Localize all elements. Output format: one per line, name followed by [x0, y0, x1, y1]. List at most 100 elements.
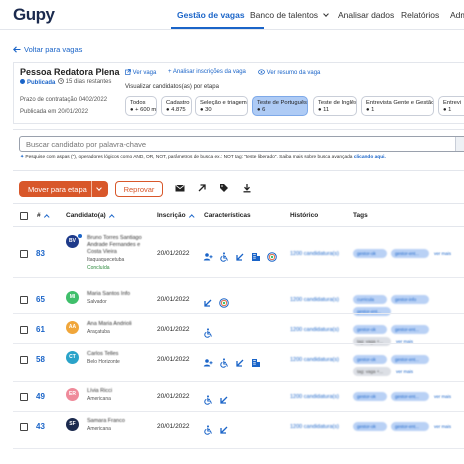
- arrow-down-left-icon[interactable]: [219, 422, 229, 434]
- candidate-name[interactable]: Lívia Ricci: [87, 388, 112, 395]
- building-icon[interactable]: [251, 355, 261, 367]
- row-checkbox[interactable]: [20, 356, 28, 364]
- user-plus-icon[interactable]: [203, 249, 213, 261]
- arrow-down-left-icon[interactable]: [203, 295, 213, 307]
- tag-chip[interactable]: gestor-ent...: [391, 249, 429, 258]
- tag-chip[interactable]: gestor-ent...: [391, 325, 429, 334]
- badge-icon[interactable]: [219, 295, 229, 308]
- nav-adm[interactable]: Adm: [450, 10, 464, 20]
- column-header-date[interactable]: Inscrição: [157, 212, 194, 219]
- arrow-down-left-icon[interactable]: [235, 249, 245, 261]
- candidate-info[interactable]: Samara Franco Americana: [87, 418, 125, 432]
- candidate-number-link[interactable]: 58: [36, 355, 45, 364]
- candidate-name[interactable]: Samara Franco: [87, 418, 125, 425]
- stage-filter-card[interactable]: Teste de Inglês ● 11: [313, 96, 357, 116]
- history-link[interactable]: 1200 candidatura(s): [290, 357, 339, 363]
- nav-gestao-vagas[interactable]: Gestão de vagas: [177, 10, 245, 20]
- advanced-search-link[interactable]: clicando aqui.: [354, 155, 386, 160]
- candidate-number-link[interactable]: 65: [36, 295, 45, 304]
- row-checkbox[interactable]: [20, 250, 28, 258]
- column-header-candidate[interactable]: Candidato(a): [66, 212, 114, 219]
- wheelchair-icon[interactable]: [219, 355, 229, 368]
- stage-filter-card[interactable]: Seleção e triagem ● 30: [195, 96, 248, 116]
- candidate-number-link[interactable]: 83: [36, 249, 45, 258]
- user-plus-icon[interactable]: [203, 355, 213, 367]
- candidate-name[interactable]: Ana Maria Andrioli: [87, 321, 132, 328]
- stage-filter-card[interactable]: Cadastro ● 4.875: [161, 96, 192, 116]
- history-link[interactable]: 1200 candidatura(s): [290, 394, 339, 400]
- mail-icon[interactable]: [175, 183, 185, 193]
- candidate-name[interactable]: Bruno Torres Santiago: [87, 235, 142, 242]
- tag-chip[interactable]: gestor-ok: [353, 422, 387, 431]
- candidate-info[interactable]: Lívia Ricci Americana: [87, 388, 112, 402]
- arrow-down-left-icon[interactable]: [219, 392, 229, 404]
- tag-chip[interactable]: gestor-ok: [353, 325, 387, 334]
- candidate-name[interactable]: Costa Vieira: [87, 249, 142, 256]
- candidate-name[interactable]: Maria Santos Info: [87, 291, 130, 298]
- analyze-applications-link[interactable]: + Analisar inscrições da vaga: [168, 69, 246, 75]
- tag-chip[interactable]: gestor-ok: [353, 392, 387, 401]
- badge-icon[interactable]: [267, 249, 277, 262]
- job-overview-link[interactable]: Ver resumo da vaga: [258, 69, 320, 76]
- row-checkbox[interactable]: [20, 423, 28, 431]
- row-checkbox[interactable]: [20, 296, 28, 304]
- wheelchair-icon[interactable]: [203, 325, 213, 338]
- tag-chip[interactable]: gestor-ok: [353, 249, 387, 258]
- back-to-jobs-link[interactable]: Voltar para vagas: [13, 45, 82, 54]
- row-checkbox[interactable]: [20, 393, 28, 401]
- tag-chip[interactable]: tag: vaga +...: [353, 367, 391, 376]
- stage-filter-card[interactable]: Teste de Português ● 6: [252, 96, 308, 116]
- gupy-logo[interactable]: Gupy: [13, 5, 55, 25]
- avatar[interactable]: MI: [66, 291, 79, 304]
- building-icon[interactable]: [251, 249, 261, 261]
- history-link[interactable]: 1200 candidatura(s): [290, 251, 339, 257]
- stage-filter-card[interactable]: Todos ● + 600 mil: [125, 96, 157, 116]
- history-link[interactable]: 1200 candidatura(s): [290, 424, 339, 430]
- see-more-tags-link[interactable]: ver mais: [434, 251, 451, 256]
- search-button[interactable]: [455, 137, 464, 151]
- wheelchair-icon[interactable]: [219, 249, 229, 262]
- avatar[interactable]: SF: [66, 418, 79, 431]
- candidate-info[interactable]: Ana Maria Andrioli Araçatuba: [87, 321, 132, 335]
- stage-filter-card[interactable]: Entrevista Gente e Gestão ● 1: [361, 96, 434, 116]
- candidate-info[interactable]: Maria Santos Info Salvador: [87, 291, 130, 305]
- candidate-name[interactable]: Carlos Telles: [87, 351, 120, 358]
- avatar[interactable]: ER: [66, 388, 79, 401]
- history-link[interactable]: 1200 candidatura(s): [290, 327, 339, 333]
- see-more-tags-link[interactable]: ver mais: [434, 394, 451, 399]
- candidate-info[interactable]: Carlos Telles Belo Horizonte: [87, 351, 120, 365]
- tag-chip[interactable]: gestor-ent...: [353, 307, 391, 316]
- tag-chip[interactable]: curricula: [353, 295, 387, 304]
- row-checkbox[interactable]: [20, 326, 28, 334]
- nav-analisar-dados[interactable]: Analisar dados: [338, 10, 394, 20]
- arrow-up-right-icon[interactable]: [197, 183, 207, 193]
- arrow-down-left-icon[interactable]: [235, 355, 245, 367]
- avatar[interactable]: BV: [66, 235, 79, 248]
- tag-chip[interactable]: gestor-ent...: [391, 422, 429, 431]
- candidate-name[interactable]: Andrade Fernandes e: [87, 242, 142, 249]
- tag-chip[interactable]: gestor-ent...: [391, 355, 429, 364]
- avatar[interactable]: AA: [66, 321, 79, 334]
- nav-relatorios[interactable]: Relatórios: [401, 10, 439, 20]
- tag-chip[interactable]: gestor-ent...: [391, 392, 429, 401]
- reject-button[interactable]: Reprovar: [115, 181, 163, 197]
- stage-filter-card[interactable]: Entrevi ● 1: [438, 96, 464, 116]
- candidate-number-link[interactable]: 43: [36, 422, 45, 431]
- candidate-search-input[interactable]: [19, 136, 464, 152]
- wheelchair-icon[interactable]: [203, 392, 213, 405]
- tag-chip[interactable]: tag: vaga +...: [353, 337, 391, 346]
- view-job-link[interactable]: Ver vaga: [125, 69, 156, 76]
- see-more-tags-link[interactable]: ver mais: [434, 424, 451, 429]
- download-icon[interactable]: [242, 183, 252, 193]
- avatar[interactable]: CT: [66, 351, 79, 364]
- candidate-number-link[interactable]: 49: [36, 392, 45, 401]
- tag-icon[interactable]: [219, 183, 229, 193]
- move-to-stage-button[interactable]: Mover para etapa: [19, 181, 108, 197]
- wheelchair-icon[interactable]: [203, 422, 213, 435]
- nav-banco-talentos[interactable]: Banco de talentos: [250, 10, 329, 20]
- history-link[interactable]: 1200 candidatura(s): [290, 297, 339, 303]
- tag-chip[interactable]: gestor-ok: [353, 355, 387, 364]
- candidate-number-link[interactable]: 61: [36, 325, 45, 334]
- see-more-tags-link[interactable]: ver mais: [396, 369, 413, 374]
- tag-chip[interactable]: gestor-info: [391, 295, 429, 304]
